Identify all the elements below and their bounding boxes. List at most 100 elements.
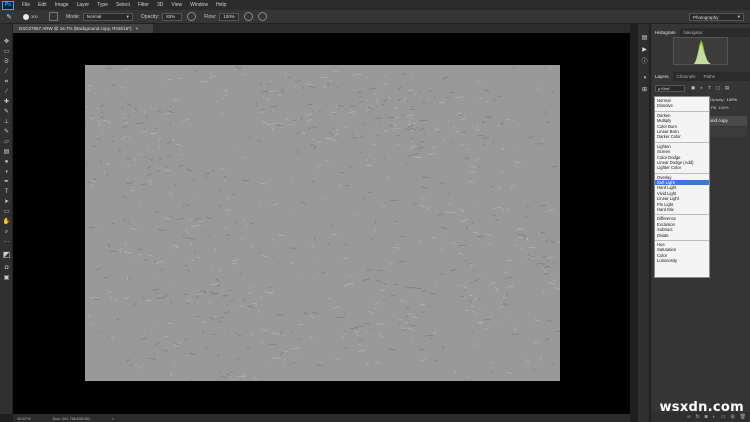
menu-file[interactable]: File bbox=[22, 2, 30, 8]
airbrush-icon[interactable] bbox=[244, 12, 254, 21]
actions-icon[interactable]: ▶ bbox=[640, 46, 649, 54]
texture-stroke bbox=[365, 332, 368, 334]
document-tab[interactable]: DSC07857.ARW @ 16.7% (Background copy, R… bbox=[13, 24, 153, 33]
blend-mode-option[interactable]: Hard Mix bbox=[655, 207, 709, 212]
pressure-size-icon[interactable] bbox=[258, 12, 268, 21]
workspace-select[interactable]: Photography ▾ bbox=[689, 13, 744, 21]
status-menu-arrow[interactable]: > bbox=[112, 416, 114, 421]
menu-filter[interactable]: Filter bbox=[138, 2, 149, 8]
texture-stroke bbox=[428, 90, 433, 93]
mode-select[interactable]: Normal ▾ bbox=[82, 12, 133, 21]
brush-tool-icon[interactable]: ✎ bbox=[3, 12, 15, 22]
brush-preset-picker[interactable]: 300 bbox=[23, 12, 45, 22]
texture-stroke bbox=[506, 293, 508, 298]
color-swatches-icon[interactable]: ◩ bbox=[2, 250, 11, 259]
fill-value[interactable]: 100% bbox=[718, 105, 728, 110]
clone-stamp-tool-icon[interactable]: ⊥ bbox=[2, 118, 11, 126]
marquee-tool-icon[interactable]: ▭ bbox=[2, 48, 11, 56]
quick-select-tool-icon[interactable]: ⁄ bbox=[2, 68, 11, 76]
close-icon[interactable]: × bbox=[135, 26, 138, 31]
gradient-tool-icon[interactable]: ▤ bbox=[2, 148, 11, 156]
menu-edit[interactable]: Edit bbox=[38, 2, 47, 8]
canvas-area[interactable] bbox=[13, 33, 630, 414]
menu-type[interactable]: Type bbox=[97, 2, 108, 8]
texture-stroke bbox=[312, 312, 319, 314]
pen-tool-icon[interactable]: ✒ bbox=[2, 178, 11, 186]
hand-tool-icon[interactable]: ✋ bbox=[2, 218, 11, 226]
path-selection-tool-icon[interactable]: ➤ bbox=[2, 198, 11, 206]
blend-mode-option[interactable]: Luminosity bbox=[655, 258, 709, 263]
layer-kind-select[interactable]: ρ Kind bbox=[655, 84, 685, 92]
texture-stroke bbox=[358, 349, 366, 352]
document-image[interactable] bbox=[85, 65, 560, 381]
texture-stroke bbox=[268, 90, 277, 92]
menu-3d[interactable]: 3D bbox=[157, 2, 163, 8]
eyedropper-tool-icon[interactable]: ⁄ bbox=[2, 88, 11, 96]
shape-filter-icon[interactable]: ▢ bbox=[716, 85, 720, 91]
menu-layer[interactable]: Layer bbox=[77, 2, 90, 8]
flow-label: Flow: bbox=[204, 13, 217, 20]
texture-stroke bbox=[513, 161, 522, 164]
texture-stroke bbox=[323, 198, 327, 201]
screen-mode-icon[interactable]: ▣ bbox=[2, 274, 11, 282]
blend-mode-group: Hue Saturation Color Luminosity bbox=[655, 241, 709, 266]
menu-help[interactable]: Help bbox=[216, 2, 226, 8]
crop-tool-icon[interactable]: ⌗ bbox=[2, 78, 11, 86]
opacity-field[interactable]: 83% bbox=[162, 12, 183, 21]
texture-stroke bbox=[365, 164, 373, 166]
zoom-level[interactable]: 16.67% bbox=[17, 416, 31, 421]
tab-histogram[interactable]: Histogram bbox=[651, 28, 680, 37]
menu-image[interactable]: Image bbox=[55, 2, 69, 8]
texture-stroke bbox=[135, 364, 137, 366]
layer-opacity-value[interactable]: 100% bbox=[727, 97, 737, 102]
pixel-filter-icon[interactable]: ▣ bbox=[691, 85, 695, 91]
texture-stroke bbox=[111, 84, 116, 87]
brush-panel-toggle-icon[interactable] bbox=[49, 12, 58, 21]
texture-stroke bbox=[467, 148, 470, 150]
type-tool-icon[interactable]: T bbox=[2, 188, 11, 196]
properties-icon[interactable]: ⊞ bbox=[640, 86, 649, 94]
menu-window[interactable]: Window bbox=[190, 2, 208, 8]
info-icon[interactable]: ⓘ bbox=[640, 58, 649, 66]
tab-paths[interactable]: Paths bbox=[700, 72, 720, 81]
shape-tool-icon[interactable]: ▭ bbox=[2, 208, 11, 216]
menu-select[interactable]: Select bbox=[116, 2, 130, 8]
texture-stroke bbox=[291, 347, 300, 350]
adjustment-filter-icon[interactable]: ◐ bbox=[700, 85, 703, 91]
tab-channels[interactable]: Channels bbox=[673, 72, 700, 81]
tab-layers[interactable]: Layers bbox=[651, 72, 673, 81]
tab-navigator[interactable]: Navigator bbox=[680, 28, 707, 37]
texture-stroke bbox=[157, 137, 162, 141]
brush-tool-icon[interactable]: ✎ bbox=[2, 108, 11, 116]
texture-stroke bbox=[85, 106, 88, 108]
adjustments-icon[interactable]: ◑ bbox=[640, 74, 649, 82]
zoom-tool-icon[interactable]: ⌕ bbox=[2, 228, 11, 236]
type-filter-icon[interactable]: T bbox=[708, 85, 711, 91]
texture-stroke bbox=[145, 116, 149, 118]
move-tool-icon[interactable]: ✥ bbox=[2, 38, 11, 46]
eraser-tool-icon[interactable]: ▱ bbox=[2, 138, 11, 146]
texture-stroke bbox=[343, 346, 348, 350]
texture-stroke bbox=[382, 206, 386, 208]
blur-tool-icon[interactable]: ● bbox=[2, 158, 11, 166]
texture-stroke bbox=[293, 123, 296, 126]
dodge-tool-icon[interactable]: ◖ bbox=[2, 168, 11, 176]
blend-mode-option[interactable]: Lighter Color bbox=[655, 165, 709, 170]
history-brush-tool-icon[interactable]: ✎ bbox=[2, 128, 11, 136]
flow-field[interactable]: 100% bbox=[219, 12, 240, 21]
texture-stroke bbox=[260, 328, 268, 331]
more-tools-icon[interactable]: ··· bbox=[2, 238, 11, 246]
blend-mode-option[interactable]: Darker Color bbox=[655, 134, 709, 139]
menu-view[interactable]: View bbox=[171, 2, 182, 8]
lasso-tool-icon[interactable]: ᘐ bbox=[2, 58, 11, 66]
pressure-opacity-icon[interactable] bbox=[187, 12, 197, 21]
smart-object-filter-icon[interactable]: ▤ bbox=[725, 85, 729, 91]
blend-mode-option[interactable]: Divide bbox=[655, 233, 709, 238]
texture-stroke bbox=[96, 137, 101, 140]
texture-stroke bbox=[136, 122, 145, 125]
history-icon[interactable]: ▤ bbox=[640, 34, 649, 42]
quick-mask-icon[interactable]: ◘ bbox=[2, 264, 11, 272]
healing-brush-tool-icon[interactable]: ✚ bbox=[2, 98, 11, 106]
blend-mode-option[interactable]: Dissolve bbox=[655, 103, 709, 108]
texture-stroke bbox=[111, 335, 116, 340]
